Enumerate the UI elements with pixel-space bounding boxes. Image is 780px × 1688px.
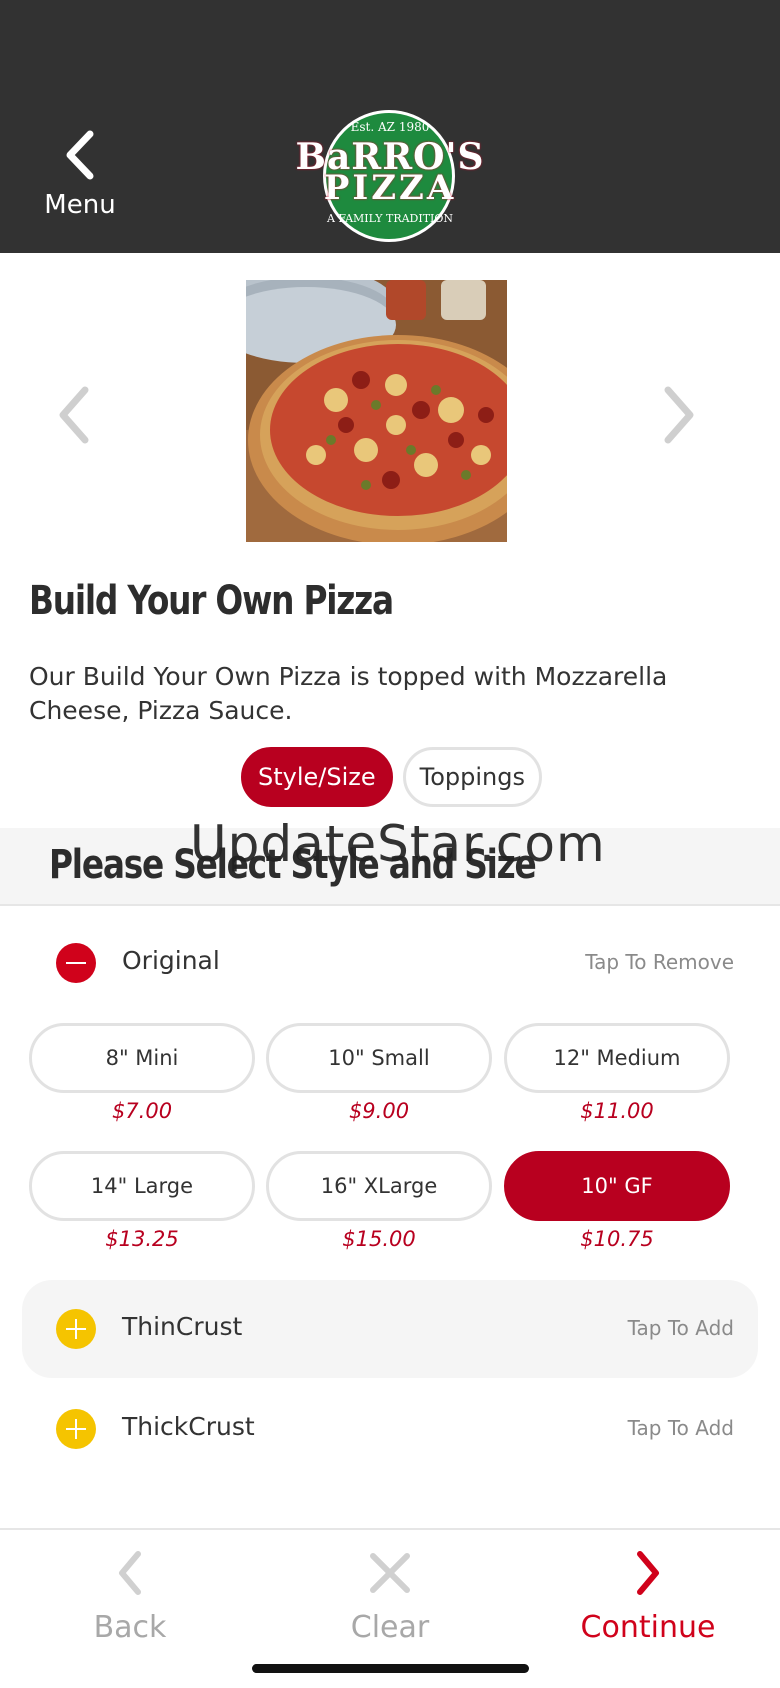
size-button-8-mini[interactable]: 8" Mini — [29, 1023, 255, 1093]
logo-est-text: Est. AZ 1980 — [350, 120, 430, 134]
chevron-left-icon — [66, 130, 94, 180]
product-title: Build Your Own Pizza — [29, 578, 394, 624]
back-button[interactable]: Back — [30, 1550, 230, 1645]
pizza-photo — [246, 280, 507, 542]
minus-circle-icon[interactable] — [56, 943, 96, 983]
carousel-prev-button[interactable] — [45, 380, 105, 450]
size-price: $11.00 — [580, 1099, 654, 1123]
chevron-left-icon — [119, 1551, 141, 1595]
option-action-hint: Tap To Add — [627, 1416, 734, 1440]
option-label: ThickCrust — [122, 1412, 255, 1441]
close-icon — [370, 1553, 410, 1593]
option-label: ThinCrust — [122, 1312, 243, 1341]
option-original[interactable]: Original Tap To Remove — [22, 914, 758, 1012]
continue-button[interactable]: Continue — [548, 1550, 748, 1645]
menu-back-button[interactable]: Menu — [30, 130, 130, 240]
brand-logo: Est. AZ 1980 BaRRO'S PIZZA A FAMILY TRAD… — [295, 110, 485, 242]
option-tabs: Style/Size Toppings — [241, 747, 542, 807]
chevron-left-icon — [59, 386, 89, 444]
size-button-16-xlarge[interactable]: 16" XLarge — [266, 1151, 492, 1221]
size-button-12-medium[interactable]: 12" Medium — [504, 1023, 730, 1093]
tab-style-size[interactable]: Style/Size — [241, 747, 393, 807]
app-header: Menu Est. AZ 1980 BaRRO'S PIZZA A FAMILY… — [0, 0, 780, 253]
plus-circle-icon[interactable] — [56, 1309, 96, 1349]
back-label: Back — [93, 1610, 167, 1645]
size-price: $9.00 — [348, 1099, 410, 1123]
watermark-text: UpdateStar.com — [190, 815, 606, 873]
option-label: Original — [122, 946, 220, 975]
chevron-right-icon — [637, 1551, 659, 1595]
continue-label: Continue — [580, 1610, 716, 1645]
size-price: $13.25 — [105, 1227, 179, 1251]
logo-tagline: A FAMILY TRADITION — [326, 212, 454, 225]
size-price: $10.75 — [580, 1227, 654, 1251]
chevron-right-icon — [664, 386, 694, 444]
tab-toppings[interactable]: Toppings — [402, 747, 542, 807]
size-button-10-small[interactable]: 10" Small — [266, 1023, 492, 1093]
size-price: $7.00 — [111, 1099, 173, 1123]
home-indicator[interactable] — [252, 1664, 529, 1673]
plus-circle-icon[interactable] — [56, 1409, 96, 1449]
clear-button[interactable]: Clear — [290, 1550, 490, 1645]
clear-label: Clear — [350, 1610, 430, 1645]
size-button-14-large[interactable]: 14" Large — [29, 1151, 255, 1221]
logo-line2: PIZZA — [323, 168, 457, 208]
menu-back-label: Menu — [44, 190, 116, 220]
size-button-10-gf[interactable]: 10" GF — [504, 1151, 730, 1221]
product-image — [246, 280, 507, 542]
option-thincrust[interactable]: ThinCrust Tap To Add — [22, 1280, 758, 1378]
carousel-next-button[interactable] — [648, 380, 708, 450]
option-thickcrust[interactable]: ThickCrust Tap To Add — [22, 1380, 758, 1478]
size-price: $15.00 — [342, 1227, 416, 1251]
option-action-hint: Tap To Remove — [585, 950, 734, 974]
product-description: Our Build Your Own Pizza is topped with … — [29, 662, 668, 725]
option-action-hint: Tap To Add — [627, 1316, 734, 1340]
